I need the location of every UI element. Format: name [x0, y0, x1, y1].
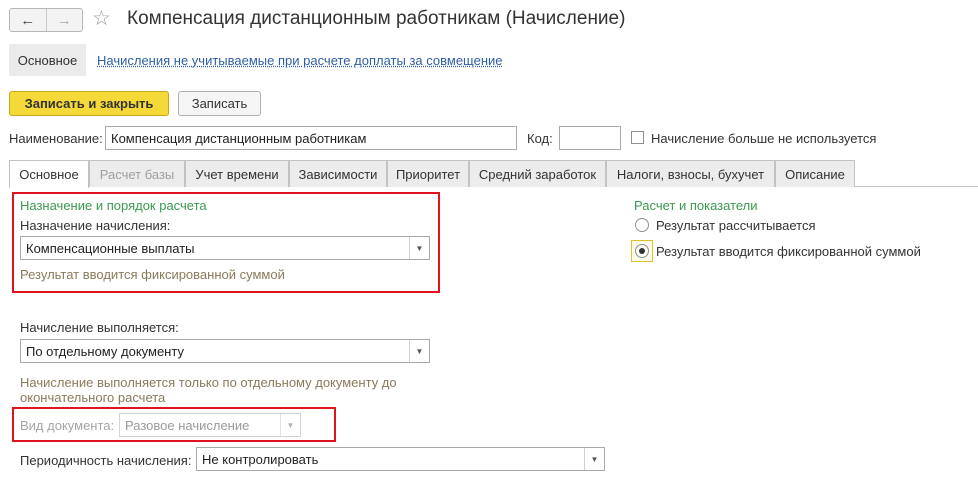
- execution-value: По отдельному документу: [26, 344, 184, 359]
- periodicity-select[interactable]: Не контролировать ▼: [196, 447, 605, 471]
- save-button[interactable]: Записать: [178, 91, 261, 116]
- radio-fixed-sum[interactable]: [635, 244, 649, 258]
- periodicity-value: Не контролировать: [202, 452, 319, 467]
- tab-taxes[interactable]: Налоги, взносы, бухучет: [606, 160, 775, 187]
- dropdown-arrow-icon[interactable]: ▼: [280, 414, 300, 436]
- doc-type-label: Вид документа:: [20, 418, 115, 433]
- calc-group-title: Расчет и показатели: [634, 198, 758, 213]
- tab-main[interactable]: Основное: [9, 160, 89, 188]
- section-main[interactable]: Основное: [9, 44, 86, 76]
- dropdown-arrow-icon[interactable]: ▼: [584, 448, 604, 470]
- purpose-note: Результат вводится фиксированной суммой: [20, 267, 285, 282]
- window-title: Компенсация дистанционным работникам (На…: [127, 8, 626, 29]
- tab-priority[interactable]: Приоритет: [387, 160, 469, 187]
- forward-arrow-icon[interactable]: →: [45, 9, 83, 31]
- save-and-close-button[interactable]: Записать и закрыть: [9, 91, 169, 116]
- name-field[interactable]: Компенсация дистанционным работникам: [105, 126, 517, 150]
- dropdown-arrow-icon[interactable]: ▼: [409, 237, 429, 259]
- star-icon[interactable]: ☆: [92, 6, 111, 31]
- doc-type-value: Разовое начисление: [125, 418, 250, 433]
- doc-type-select[interactable]: Разовое начисление ▼: [119, 413, 301, 437]
- tab-time-accounting[interactable]: Учет времени: [185, 160, 289, 187]
- dropdown-arrow-icon[interactable]: ▼: [409, 340, 429, 362]
- periodicity-label: Периодичность начисления:: [20, 453, 192, 468]
- radio-calculated[interactable]: [635, 218, 649, 232]
- execution-label: Начисление выполняется:: [20, 320, 179, 335]
- execution-select[interactable]: По отдельному документу ▼: [20, 339, 430, 363]
- name-label: Наименование:: [9, 131, 103, 146]
- unused-label: Начисление больше не используется: [651, 131, 877, 146]
- purpose-label: Назначение начисления:: [20, 218, 171, 233]
- radio-fixed-sum-label: Результат вводится фиксированной суммой: [656, 244, 921, 259]
- radio-calculated-label: Результат рассчитывается: [656, 218, 816, 233]
- back-arrow-icon[interactable]: ←: [10, 9, 46, 31]
- nav-buttons: ← →: [9, 8, 83, 32]
- execution-note-line1: Начисление выполняется только по отдельн…: [20, 375, 397, 390]
- execution-note-line2: окончательного расчета: [20, 390, 166, 405]
- section-link-excluded-accruals[interactable]: Начисления не учитываемые при расчете до…: [97, 53, 503, 68]
- tab-dependencies[interactable]: Зависимости: [289, 160, 387, 187]
- code-field[interactable]: [559, 126, 621, 150]
- tab-average-earnings[interactable]: Средний заработок: [469, 160, 606, 187]
- purpose-group-title: Назначение и порядок расчета: [20, 198, 207, 213]
- tab-base-calc[interactable]: Расчет базы: [89, 160, 185, 187]
- code-label: Код:: [527, 131, 553, 146]
- tab-description[interactable]: Описание: [775, 160, 855, 187]
- unused-checkbox[interactable]: [631, 131, 644, 144]
- purpose-value: Компенсационные выплаты: [26, 241, 195, 256]
- purpose-select[interactable]: Компенсационные выплаты ▼: [20, 236, 430, 260]
